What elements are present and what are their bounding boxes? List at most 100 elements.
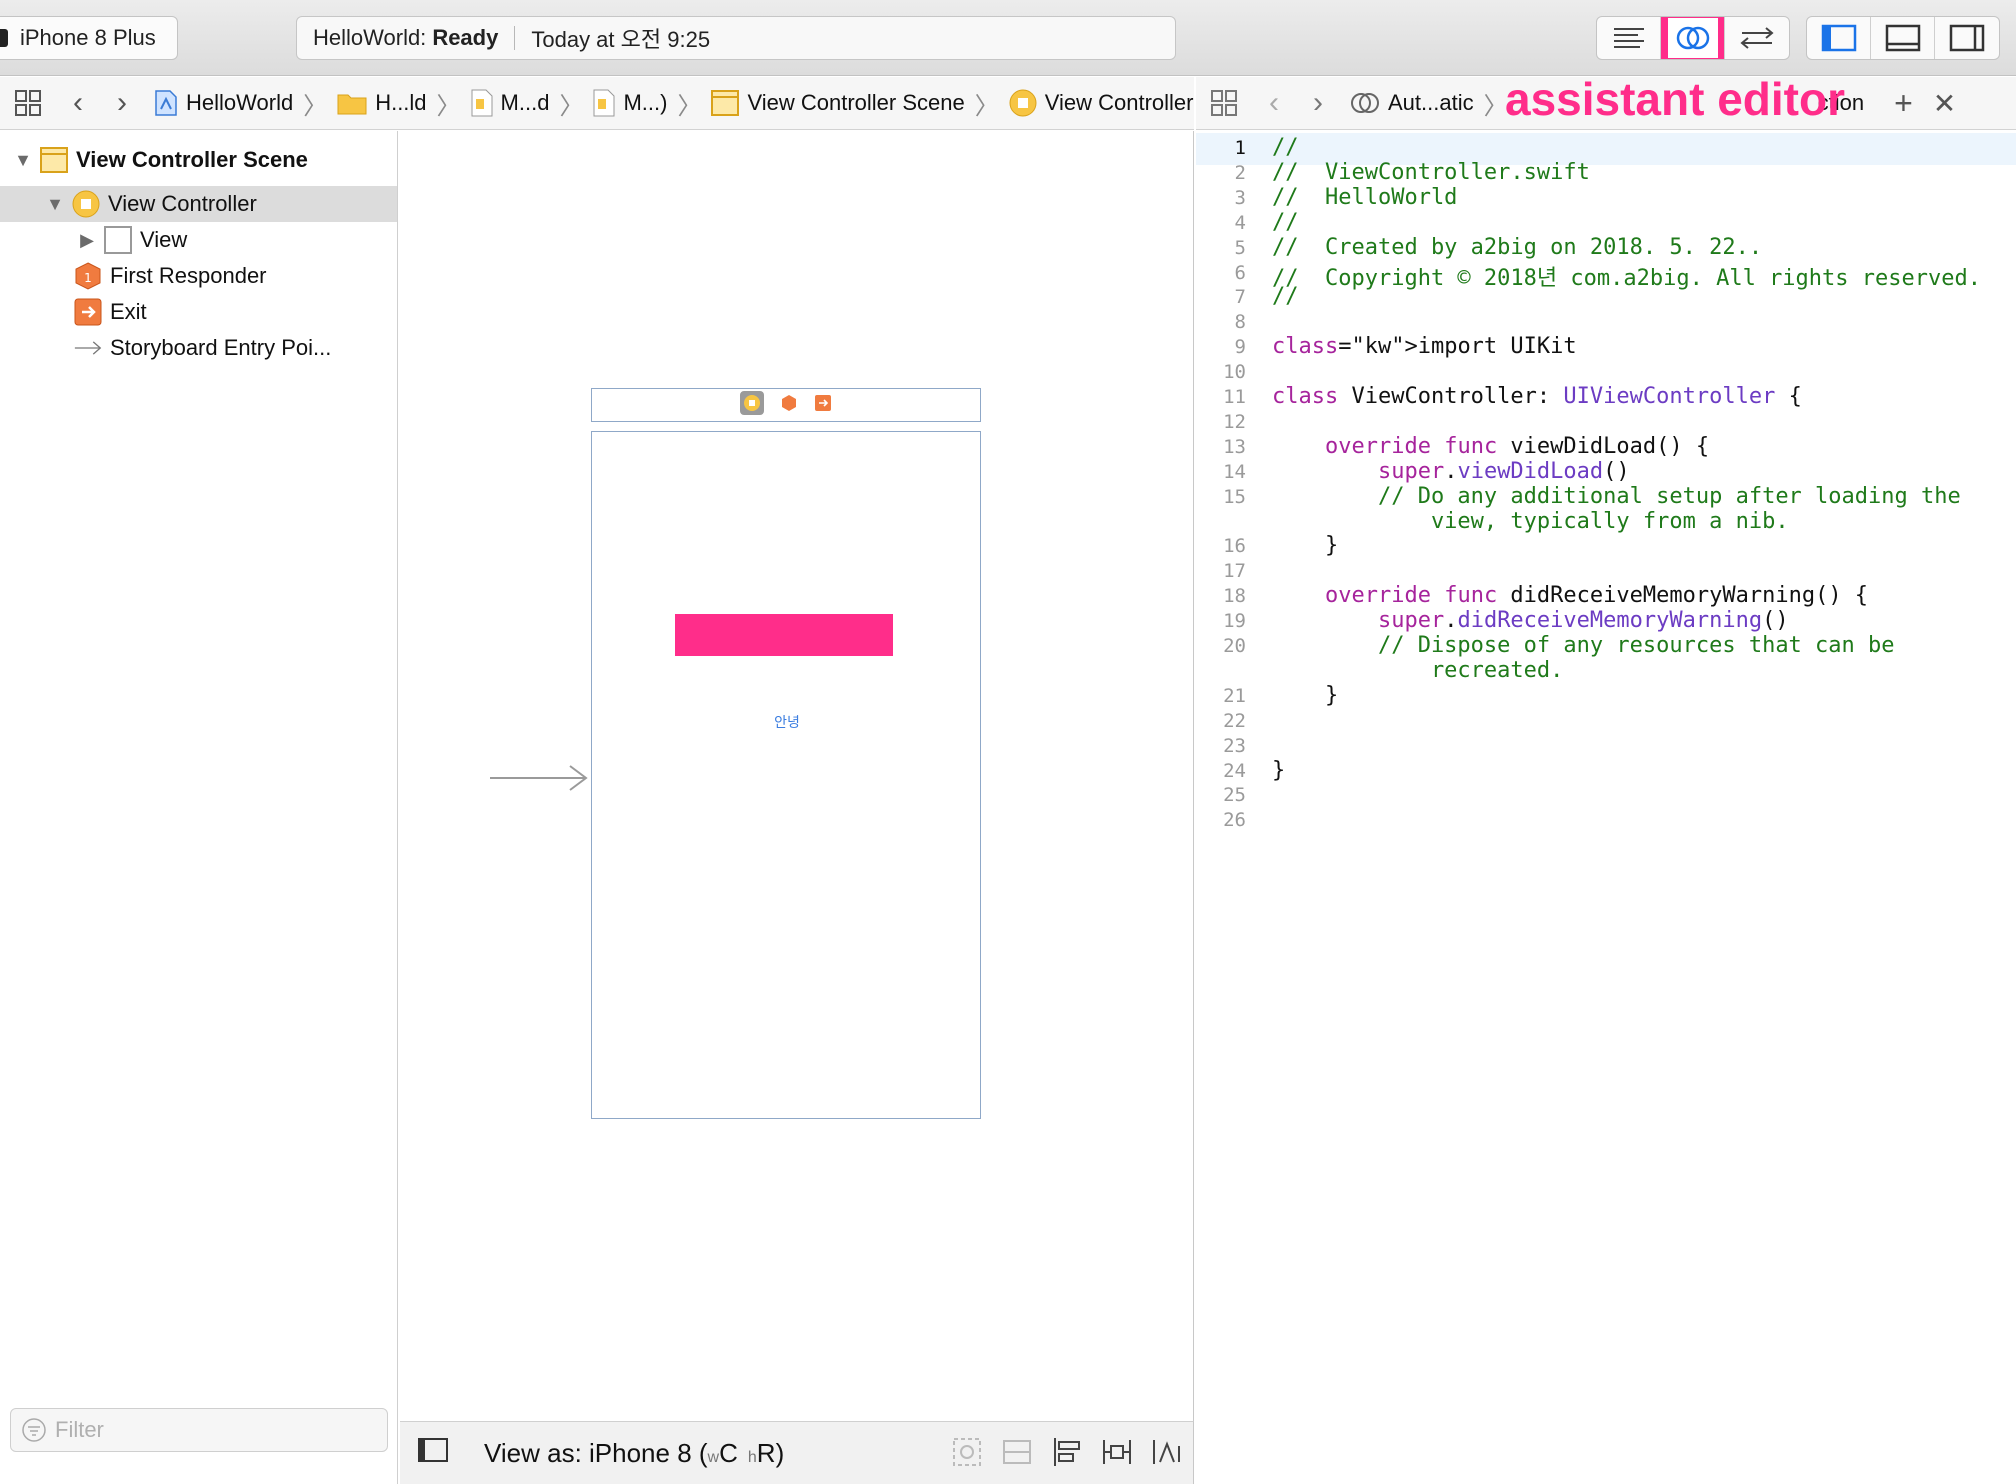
scheme-device-selector[interactable]: iPhone 8 Plus bbox=[0, 16, 178, 60]
code-text: // bbox=[1272, 135, 1299, 160]
code-text: // bbox=[1272, 209, 1299, 235]
code-text: // ViewController.swift bbox=[1272, 159, 1590, 185]
outline-item-view[interactable]: ▶ View bbox=[0, 222, 397, 258]
device-name: iPhone 8 Plus bbox=[20, 25, 156, 50]
scene-icon bbox=[40, 146, 68, 174]
related-items-button-right[interactable] bbox=[1196, 89, 1252, 117]
layout-tools bbox=[951, 1436, 1183, 1468]
exit-icon bbox=[74, 298, 102, 326]
update-frames-icon[interactable] bbox=[1001, 1436, 1033, 1468]
code-text: recreated. bbox=[1272, 657, 1564, 683]
crumb-project[interactable]: HelloWorld 〉 bbox=[154, 86, 337, 121]
code-text: view, typically from a nib. bbox=[1272, 508, 1789, 534]
crumb-folder[interactable]: H...ld 〉 bbox=[337, 86, 470, 121]
scene-icon bbox=[711, 90, 740, 116]
resolve-issues-icon[interactable] bbox=[1151, 1436, 1183, 1468]
view-as-device-button[interactable]: View as: iPhone 8 (wC hR) bbox=[484, 1438, 784, 1469]
storyboard-canvas[interactable]: 안녕 bbox=[400, 131, 1194, 1421]
crumb-storyboard-base[interactable]: M...) 〉 bbox=[593, 86, 711, 121]
line-number: 17 bbox=[1223, 560, 1246, 583]
filter-icon bbox=[22, 1418, 46, 1442]
line-number: 15 bbox=[1223, 485, 1246, 508]
document-outline: ▼ View Controller Scene ▼ View Controlle… bbox=[0, 131, 398, 1484]
crumb-automatic[interactable]: Aut...atic 〉 bbox=[1350, 86, 1518, 121]
crumb-view-controller[interactable]: View Controller bbox=[1009, 89, 1194, 117]
scene-dock bbox=[591, 388, 981, 422]
code-text: // bbox=[1272, 284, 1299, 310]
code-text: super.viewDidLoad() bbox=[1377, 458, 1630, 484]
forward-arrow-icon[interactable]: › bbox=[100, 86, 144, 120]
back-arrow-icon[interactable]: ‹ bbox=[1252, 86, 1296, 120]
navigator-panel-icon bbox=[1821, 24, 1856, 52]
code-text: // Dispose of any resources that can be bbox=[1272, 633, 1895, 658]
standard-editor-button[interactable] bbox=[1597, 17, 1661, 59]
assistant-editor-button[interactable] bbox=[1661, 17, 1725, 59]
view-controller-icon bbox=[1009, 89, 1037, 117]
outline-item-exit[interactable]: Exit bbox=[0, 294, 397, 330]
line-number: 8 bbox=[1234, 311, 1246, 334]
navigator-toggle-button[interactable] bbox=[1807, 17, 1871, 59]
view-toggle-group bbox=[1806, 16, 2000, 60]
line-number: 2 bbox=[1234, 161, 1246, 184]
pink-view[interactable] bbox=[675, 614, 893, 656]
outline-toggle-button[interactable] bbox=[418, 1437, 448, 1469]
view-controller-icon bbox=[72, 190, 100, 218]
outline-filter-field[interactable]: Filter bbox=[10, 1408, 388, 1452]
code-text: // Do any additional setup after loading… bbox=[1272, 483, 1961, 509]
assistant-editor-annotation: assistant editor bbox=[1505, 73, 1845, 125]
svg-text:1: 1 bbox=[84, 271, 92, 285]
code-line[interactable]: 26 bbox=[1196, 805, 2016, 837]
related-items-button[interactable] bbox=[0, 89, 56, 117]
line-number: 19 bbox=[1223, 610, 1246, 633]
outline-item-storyboard-entry[interactable]: Storyboard Entry Poi... bbox=[0, 330, 397, 366]
activity-status: Ready bbox=[432, 25, 499, 50]
hello-label[interactable]: 안녕 bbox=[592, 712, 982, 732]
add-editor-icon[interactable]: + bbox=[1894, 85, 1913, 122]
editor-mode-group bbox=[1596, 16, 1790, 60]
crumb-storyboard[interactable]: M...d 〉 bbox=[471, 86, 594, 121]
exit-dock-icon[interactable] bbox=[814, 394, 832, 417]
storyboard-file-icon bbox=[471, 89, 493, 117]
filter-placeholder: Filter bbox=[55, 1417, 104, 1442]
assistant-editor-icon bbox=[1676, 26, 1709, 50]
line-number: 21 bbox=[1223, 684, 1246, 707]
embed-stack-icon[interactable] bbox=[951, 1436, 983, 1468]
utilities-toggle-button[interactable] bbox=[1935, 17, 1999, 59]
line-number: 20 bbox=[1223, 635, 1246, 657]
back-arrow-icon[interactable]: ‹ bbox=[56, 86, 100, 120]
outline-item-first-responder[interactable]: 1 First Responder bbox=[0, 258, 397, 294]
grid-icon bbox=[15, 90, 41, 116]
debug-area-toggle-button[interactable] bbox=[1871, 17, 1935, 59]
version-editor-button[interactable] bbox=[1725, 17, 1789, 59]
line-number: 4 bbox=[1234, 211, 1246, 234]
entry-arrow-icon bbox=[74, 334, 102, 362]
disclosure-open-icon: ▼ bbox=[46, 193, 64, 214]
line-number: 25 bbox=[1223, 784, 1246, 807]
close-editor-icon[interactable]: ✕ bbox=[1933, 87, 1956, 120]
debug-panel-icon bbox=[1885, 24, 1920, 52]
align-icon[interactable] bbox=[1051, 1436, 1083, 1468]
add-constraints-icon[interactable] bbox=[1101, 1436, 1133, 1468]
storyboard-entry-arrow-icon[interactable] bbox=[490, 763, 590, 793]
code-text: class="kw">import UIKit bbox=[1272, 334, 1577, 360]
line-number: 7 bbox=[1234, 286, 1246, 309]
line-number: 23 bbox=[1223, 734, 1246, 757]
outline-item-view-controller[interactable]: ▼ View Controller bbox=[0, 186, 397, 222]
code-text: } bbox=[1272, 533, 1339, 559]
line-number: 5 bbox=[1234, 236, 1246, 259]
assistant-code-editor[interactable]: 1 // 2 // ViewController.swift 3 // HelloWorl… bbox=[1196, 131, 2016, 1484]
code-text: } bbox=[1272, 757, 1286, 783]
first-responder-dock-icon[interactable] bbox=[780, 394, 798, 417]
storyboard-file-icon bbox=[593, 89, 615, 117]
code-text: class ViewController: UIViewController { bbox=[1272, 384, 1802, 409]
crumb-scene[interactable]: View Controller Scene 〉 bbox=[711, 86, 1008, 121]
view-controller-dock-icon[interactable] bbox=[740, 390, 764, 420]
forward-arrow-icon[interactable]: › bbox=[1296, 86, 1340, 120]
toolbar: iPhone 8 Plus HelloWorld: Ready Today at… bbox=[0, 0, 2016, 76]
line-number: 6 bbox=[1234, 261, 1246, 284]
view-controller-scene[interactable]: 안녕 bbox=[591, 431, 981, 1119]
outline-item-scene[interactable]: ▼ View Controller Scene bbox=[0, 142, 397, 178]
activity-app-name: HelloWorld: bbox=[313, 25, 427, 50]
phone-icon bbox=[0, 29, 8, 47]
standard-editor-icon bbox=[1613, 28, 1644, 48]
